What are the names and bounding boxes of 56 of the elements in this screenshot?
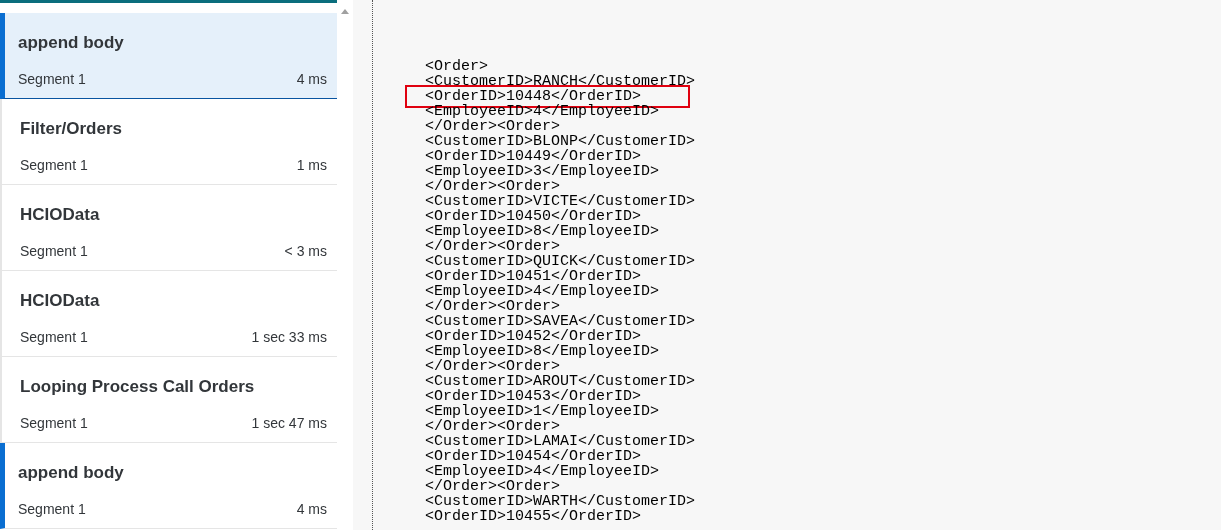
code-line: </Order><Order> xyxy=(425,299,561,314)
code-line: <CustomerID>SAVEA</CustomerID> xyxy=(425,314,696,329)
step-duration: 1 ms xyxy=(296,157,327,173)
step-list-item[interactable]: Filter/Orders Segment 1 1 ms xyxy=(0,99,337,185)
code-line: <OrderID>10453</OrderID> xyxy=(425,389,642,404)
code-line: </Order><Order> xyxy=(425,179,561,194)
code-line: <OrderID>10451</OrderID> xyxy=(425,269,642,284)
code-line: <OrderID>10452</OrderID> xyxy=(425,329,642,344)
code-line: </Order><Order> xyxy=(425,119,561,134)
code-line: <CustomerID>BLONP</CustomerID> xyxy=(425,134,696,149)
step-title: HCIOData xyxy=(20,291,101,311)
segment-label: Segment 1 xyxy=(20,243,88,259)
code-line: <OrderID>10455</OrderID> xyxy=(425,509,642,524)
scroll-up-icon[interactable] xyxy=(341,9,349,14)
code-line: <OrderID>10454</OrderID> xyxy=(425,449,642,464)
step-list-item[interactable]: append body Segment 1 4 ms xyxy=(0,443,337,529)
code-line: </Order><Order> xyxy=(425,479,561,494)
code-line: <Order> xyxy=(425,59,488,74)
code-line: <EmployeeID>8</EmployeeID> xyxy=(425,224,660,239)
code-line: <OrderID>10450</OrderID> xyxy=(425,209,642,224)
step-duration: < 3 ms xyxy=(284,243,327,259)
segment-label: Segment 1 xyxy=(20,157,88,173)
code-line: </Order><Order> xyxy=(425,359,561,374)
step-title: Filter/Orders xyxy=(20,119,124,139)
segment-label: Segment 1 xyxy=(18,501,86,517)
code-line: <EmployeeID>4</EmployeeID> xyxy=(425,464,660,479)
step-title: append body xyxy=(18,463,125,483)
code-line: <CustomerID>VICTE</CustomerID> xyxy=(425,194,696,209)
step-list-item[interactable]: Looping Process Call Orders Segment 1 1 sec 47 ms xyxy=(0,357,337,443)
step-title: HCIOData xyxy=(20,205,101,225)
step-duration: 4 ms xyxy=(296,71,327,87)
code-line: <EmployeeID>1</EmployeeID> xyxy=(425,404,660,419)
step-list-item[interactable]: HCIOData Segment 1 1 sec 33 ms xyxy=(0,271,337,357)
code-line: <EmployeeID>3</EmployeeID> xyxy=(425,164,660,179)
step-list-item[interactable]: append body Segment 1 4 ms xyxy=(0,13,337,99)
step-title: Looping Process Call Orders xyxy=(20,377,256,397)
code-line: <CustomerID>QUICK</CustomerID> xyxy=(425,254,696,269)
code-line: <CustomerID>WARTH</CustomerID> xyxy=(425,494,696,509)
segment-label: Segment 1 xyxy=(20,415,88,431)
code-line: <OrderID>10449</OrderID> xyxy=(425,149,642,164)
code-line: <EmployeeID>4</EmployeeID> xyxy=(425,104,660,119)
step-title: append body xyxy=(18,33,125,53)
step-duration: 4 ms xyxy=(296,501,327,517)
code-line: <EmployeeID>4</EmployeeID> xyxy=(425,284,660,299)
code-line: <OrderID>10448</OrderID> xyxy=(425,89,642,104)
segment-label: Segment 1 xyxy=(20,329,88,345)
code-line: <EmployeeID>8</EmployeeID> xyxy=(425,344,660,359)
step-list-item[interactable]: HCIOData Segment 1 < 3 ms xyxy=(0,185,337,271)
code-line: <CustomerID>LAMAI</CustomerID> xyxy=(425,434,696,449)
code-line: </Order><Order> xyxy=(425,419,561,434)
step-duration: 1 sec 33 ms xyxy=(251,329,327,345)
code-line: <CustomerID>RANCH</CustomerID> xyxy=(425,74,696,89)
step-duration: 1 sec 47 ms xyxy=(251,415,327,431)
segment-label: Segment 1 xyxy=(18,71,86,87)
code-line: <CustomerID>AROUT</CustomerID> xyxy=(425,374,696,389)
code-line: </Order><Order> xyxy=(425,239,561,254)
